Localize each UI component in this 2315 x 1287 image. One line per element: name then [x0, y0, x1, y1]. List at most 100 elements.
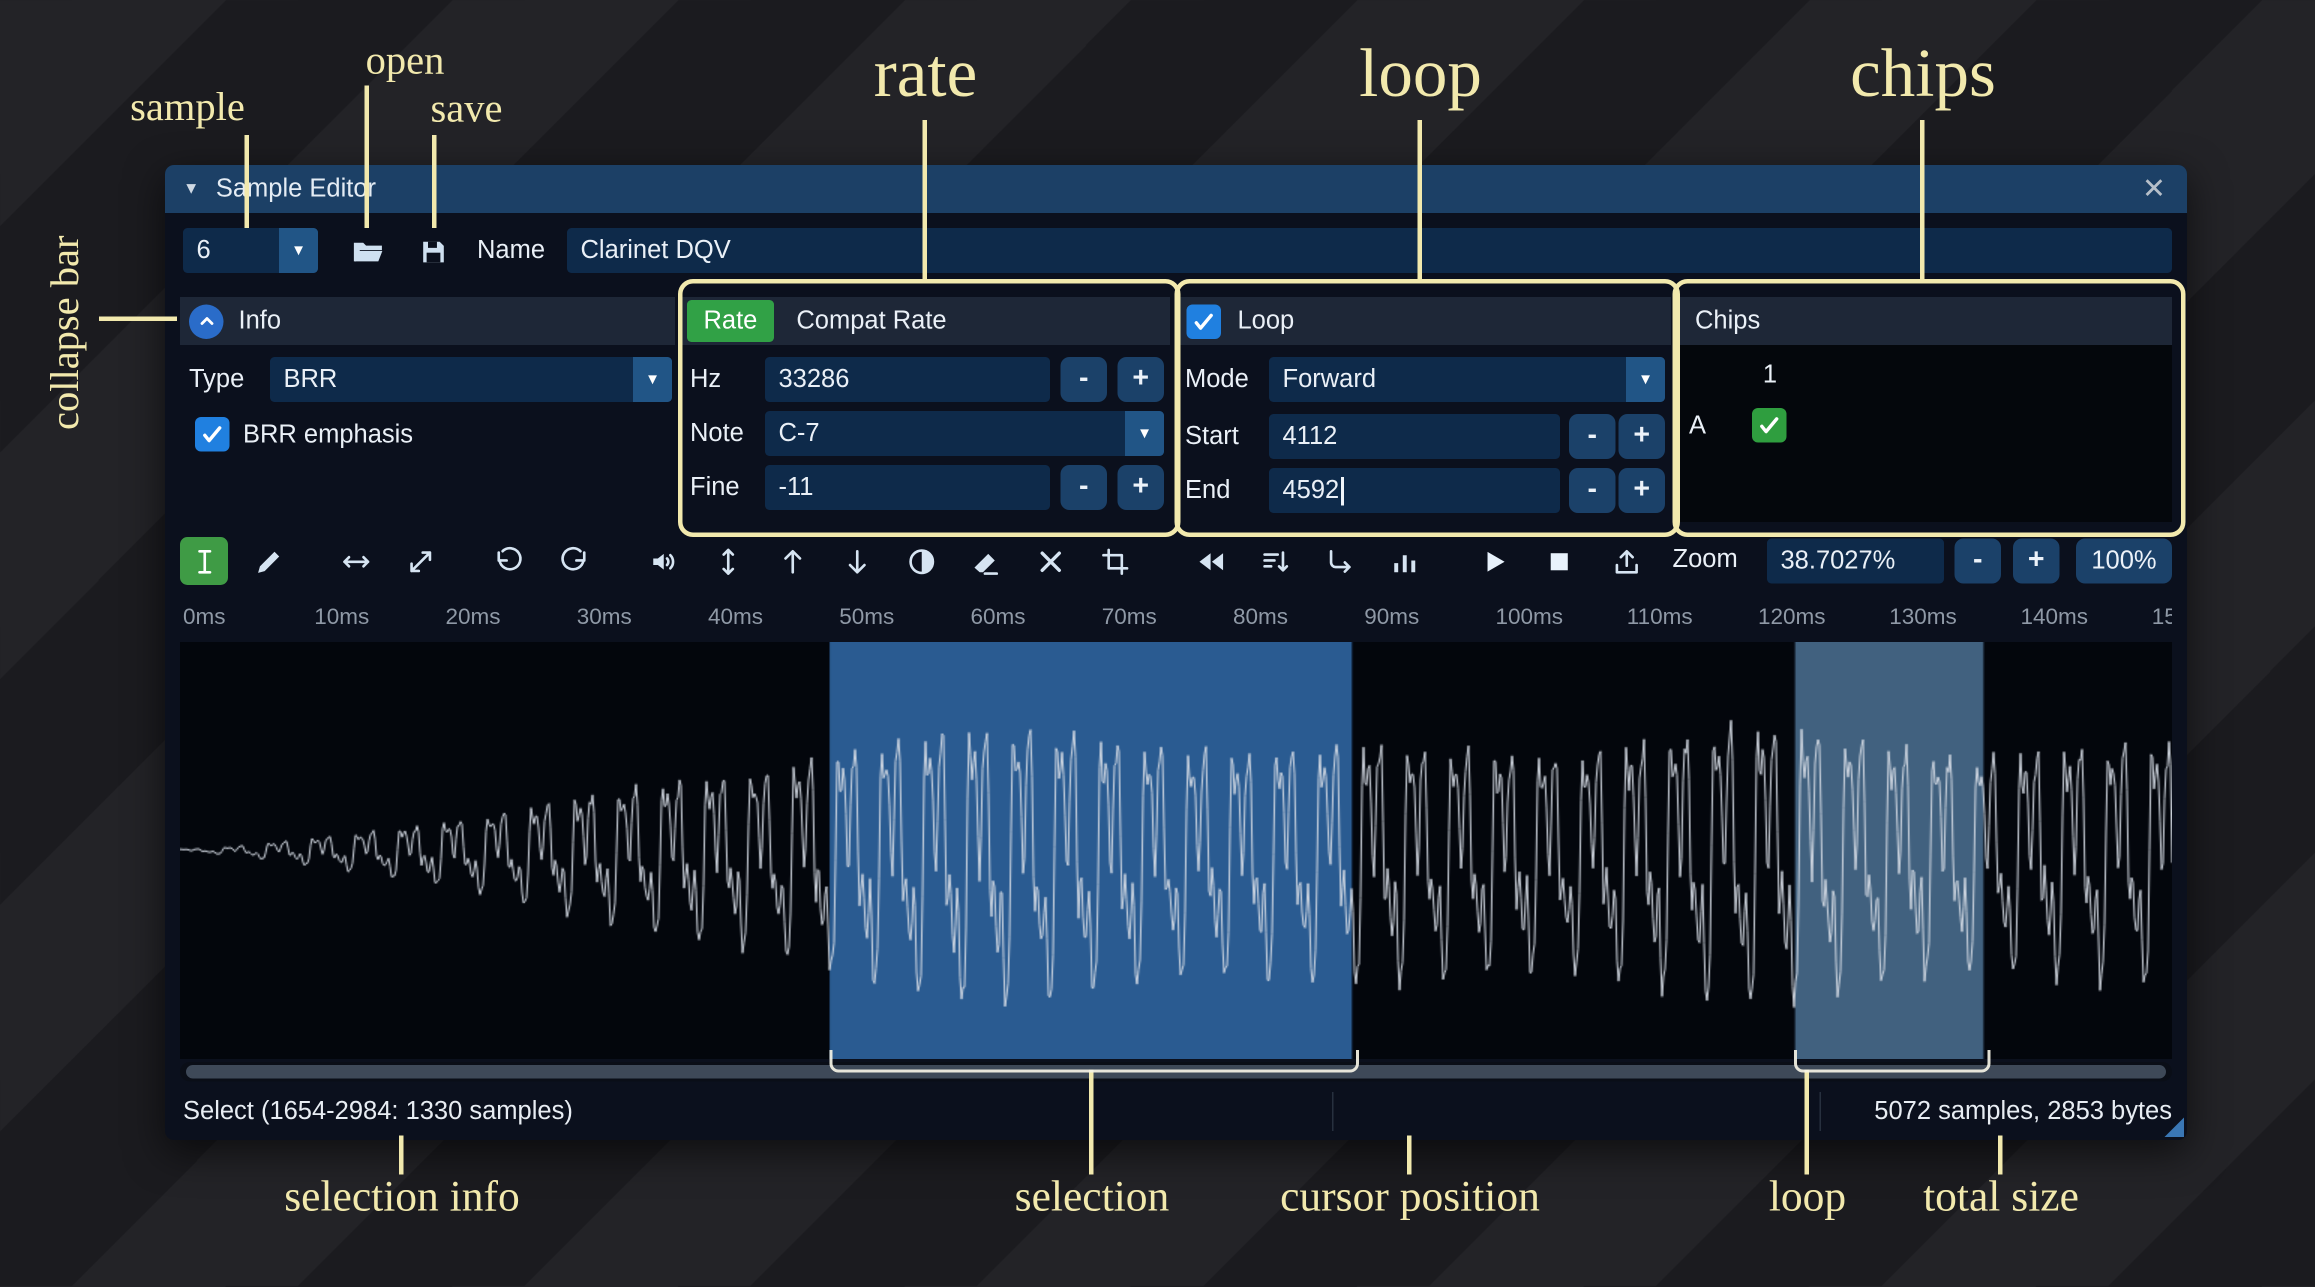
import-button[interactable]	[1602, 537, 1650, 585]
resize-button[interactable]	[332, 537, 380, 585]
hz-input[interactable]: 33286	[765, 357, 1050, 402]
loop-panel-title: Loop	[1237, 306, 1295, 335]
draw-mode-button[interactable]	[245, 537, 293, 585]
sample-select[interactable]: 6 ▼	[183, 228, 318, 273]
fine-input[interactable]: -11	[765, 465, 1050, 510]
delete-button[interactable]	[1026, 537, 1074, 585]
shift-down-button[interactable]	[833, 537, 881, 585]
type-select-value: BRR	[283, 364, 338, 394]
loop-checkbox[interactable]	[1186, 303, 1221, 339]
stop-button[interactable]	[1535, 537, 1583, 585]
status-divider	[1332, 1092, 1334, 1131]
selection-info-status: Select (1654-2984: 1330 samples)	[183, 1096, 573, 1126]
chips-panel-title: Chips	[1695, 306, 1761, 335]
fine-minus-button[interactable]: -	[1060, 465, 1107, 510]
end-plus-button[interactable]: +	[1618, 468, 1665, 513]
sample-editor-window: ▼ Sample Editor ✕ 6 ▼ Name Clarinet DQV	[165, 165, 2187, 1140]
ibeam-icon	[197, 549, 211, 573]
start-label: Start	[1185, 421, 1239, 451]
hz-minus-button[interactable]: -	[1060, 357, 1107, 402]
annotation-open: open	[365, 37, 445, 83]
invert-button[interactable]	[897, 537, 945, 585]
filter-button[interactable]	[1380, 537, 1428, 585]
shift-up-button[interactable]	[768, 537, 816, 585]
fine-plus-button[interactable]: +	[1117, 465, 1164, 510]
chevron-down-icon[interactable]: ▼	[1125, 411, 1164, 456]
window-collapse-icon[interactable]: ▼	[183, 180, 199, 198]
chip-enable-checkbox[interactable]	[1752, 408, 1787, 443]
open-sample-button[interactable]	[342, 228, 393, 276]
arrows-vertical-icon	[721, 547, 734, 575]
sort-button[interactable]	[1251, 537, 1299, 585]
waveform-canvas[interactable]	[180, 642, 2172, 1059]
hz-plus-button[interactable]: +	[1117, 357, 1164, 402]
zoom-value: 38.7027%	[1780, 546, 1896, 575]
annotation-sample: sample	[130, 84, 245, 129]
reset-zoom-button[interactable]: 100%	[2076, 538, 2172, 584]
screenshot-stage: ▼ Sample Editor ✕ 6 ▼ Name Clarinet DQV	[0, 0, 2315, 1287]
waveform-scrollbar[interactable]	[180, 1062, 2172, 1082]
info-panel-title: Info	[238, 306, 282, 335]
ruler-tick: 10ms	[314, 604, 370, 631]
collapse-bar-button[interactable]	[189, 303, 224, 339]
note-select[interactable]: C-7 ▼	[765, 411, 1164, 456]
name-input[interactable]: Clarinet DQV	[567, 228, 2172, 273]
loop-mode-select[interactable]: Forward ▼	[1269, 357, 1665, 402]
trim-button[interactable]	[1091, 537, 1139, 585]
stretch-button[interactable]	[396, 537, 444, 585]
note-label: Note	[690, 418, 744, 448]
rate-tab[interactable]: Rate	[687, 300, 774, 342]
preview-button[interactable]	[639, 537, 687, 585]
chevron-down-icon[interactable]: ▼	[633, 357, 672, 402]
save-sample-button[interactable]	[408, 228, 459, 276]
status-divider	[1819, 1092, 1821, 1131]
zoom-plus-button[interactable]: +	[2013, 538, 2060, 584]
loop-end-input[interactable]: 4592	[1269, 468, 1560, 513]
text-cursor	[1340, 476, 1344, 505]
window-titlebar: ▼ Sample Editor ✕	[165, 165, 2187, 213]
zoom-label: Zoom	[1672, 544, 1738, 574]
timeline-ruler[interactable]: 0ms 10ms 20ms 30ms 40ms 50ms 60ms 70ms 80ms 90ms 1…	[180, 597, 2172, 639]
chevron-down-icon[interactable]: ▼	[279, 228, 318, 273]
amplify-button[interactable]	[704, 537, 752, 585]
annotation-collapse-bar: collapse bar	[42, 235, 88, 431]
end-minus-button[interactable]: -	[1569, 468, 1616, 513]
ruler-tick: 30ms	[576, 604, 632, 631]
loop-mode-value: Forward	[1282, 364, 1377, 394]
start-plus-button[interactable]: +	[1618, 414, 1665, 459]
arrow-down-icon	[847, 549, 866, 573]
check-icon	[203, 426, 222, 443]
window-resize-grip[interactable]	[2164, 1117, 2184, 1137]
waveform-display[interactable]	[180, 642, 2172, 1059]
redo-icon	[560, 546, 585, 570]
sample-select-value: 6	[196, 235, 211, 265]
reverse-button[interactable]	[1187, 537, 1235, 585]
rate-panel-header: Rate Compat Rate	[682, 297, 1170, 345]
brr-emphasis-label: BRR emphasis	[243, 420, 414, 449]
zoom-input[interactable]: 38.7027%	[1767, 538, 1944, 584]
ruler-tick: 80ms	[1233, 604, 1289, 631]
zoom-minus-button[interactable]: -	[1954, 538, 2001, 584]
start-minus-button[interactable]: -	[1569, 414, 1616, 459]
x-icon	[1039, 550, 1061, 572]
floppy-save-icon	[423, 241, 444, 263]
compat-rate-tab[interactable]: Compat Rate	[796, 306, 946, 336]
annotation-chips: chips	[1850, 34, 1996, 111]
apply-button[interactable]	[1316, 537, 1364, 585]
loop-start-input[interactable]: 4112	[1269, 414, 1560, 459]
loop-end-value: 4592	[1282, 475, 1340, 505]
ruler-tick: 120ms	[1758, 604, 1826, 631]
chevron-down-icon[interactable]: ▼	[1626, 357, 1665, 402]
scrollbar-thumb[interactable]	[186, 1065, 2166, 1079]
ruler-tick: 20ms	[445, 604, 501, 631]
half-circle-icon	[908, 548, 934, 574]
redo-button[interactable]	[549, 537, 597, 585]
undo-button[interactable]	[485, 537, 533, 585]
select-mode-button[interactable]	[180, 537, 228, 585]
play-button[interactable]	[1470, 537, 1518, 585]
brr-emphasis-checkbox[interactable]	[195, 417, 230, 452]
close-button[interactable]: ✕	[2136, 171, 2172, 207]
silence-button[interactable]	[962, 537, 1010, 585]
ruler-tick: 50ms	[839, 604, 895, 631]
type-select[interactable]: BRR ▼	[270, 357, 672, 402]
